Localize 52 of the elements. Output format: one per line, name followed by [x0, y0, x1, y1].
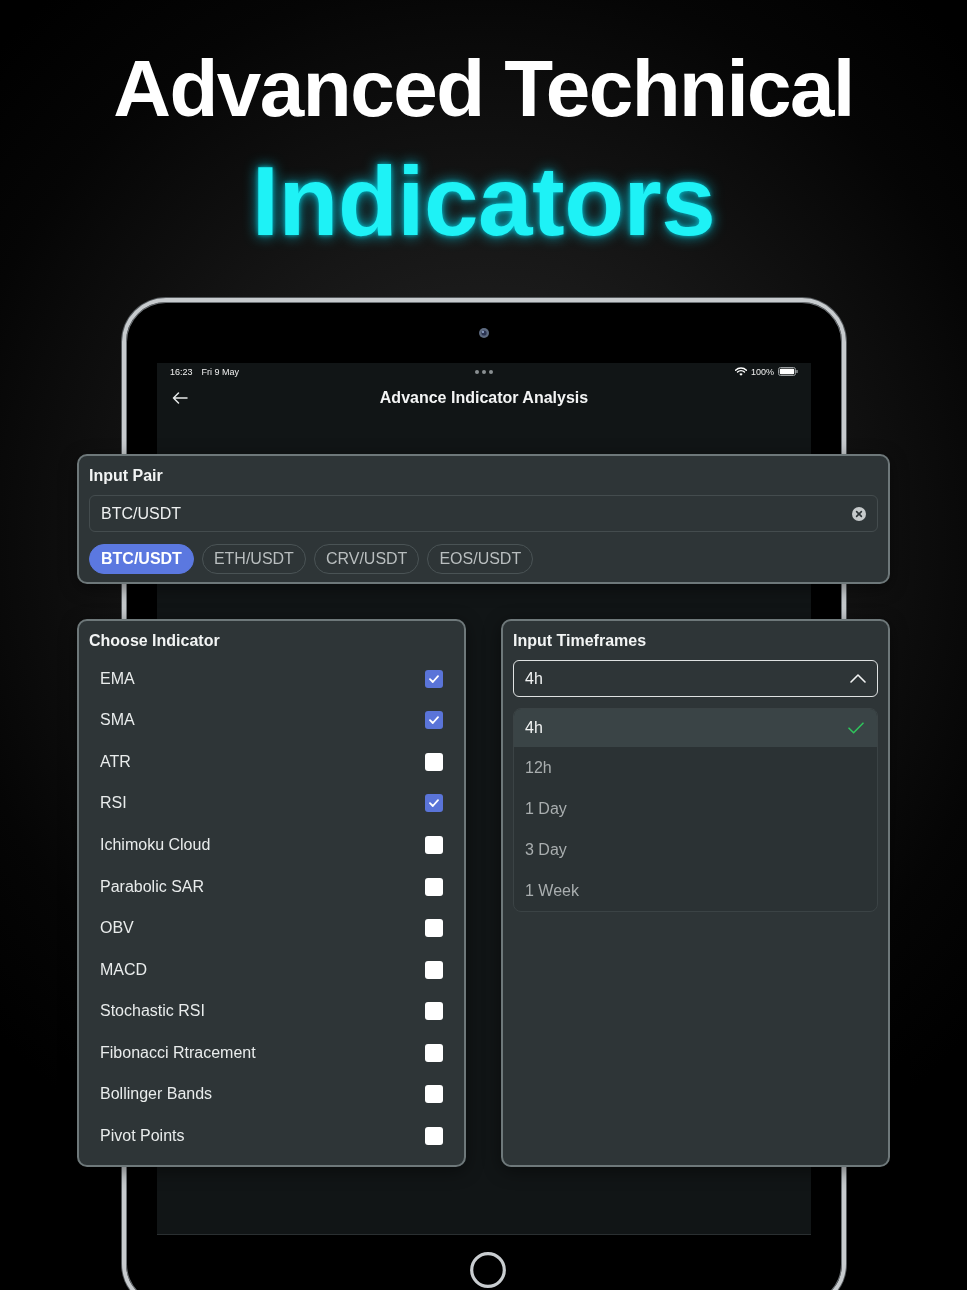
dropdown-option[interactable]: 12h	[514, 747, 877, 788]
checkmark-icon	[429, 674, 439, 683]
headline-subtitle: Indicators	[251, 146, 716, 256]
indicator-label: OBV	[100, 919, 134, 938]
status-time: 16:23	[170, 366, 193, 377]
status-date: Fri 9 May	[201, 366, 240, 377]
back-arrow-icon[interactable]	[172, 392, 188, 404]
indicator-label: MACD	[100, 960, 148, 979]
indicator-label: SMA	[100, 711, 135, 730]
battery-percent: 100%	[750, 366, 774, 377]
camera-lens-icon	[479, 328, 489, 338]
indicator-label: Pivot Points	[100, 1126, 185, 1145]
dropdown-option[interactable]: 4h	[514, 709, 877, 747]
panel-title: Input Timeframes	[513, 631, 648, 651]
indicator-label: ATR	[100, 752, 131, 771]
timeframe-select[interactable]: 4h	[513, 660, 878, 697]
chevron-icon	[850, 674, 866, 683]
checkmark-icon	[429, 799, 439, 808]
clear-icon[interactable]	[852, 506, 866, 521]
indicator-checkbox[interactable]	[425, 669, 443, 688]
indicator-checkbox[interactable]	[425, 877, 443, 896]
indicator-checkbox[interactable]	[425, 1126, 443, 1145]
indicator-checkbox[interactable]	[425, 1085, 443, 1104]
battery-icon	[778, 367, 798, 376]
indicator-label: RSI	[100, 794, 127, 813]
panel-title: Choose Indicator	[89, 631, 221, 651]
indicator-checkbox[interactable]	[425, 1043, 443, 1062]
indicator-label: EMA	[100, 669, 135, 688]
check-icon	[848, 722, 864, 734]
more-dots-icon[interactable]	[475, 369, 493, 374]
pair-input-field[interactable]: BTC/USDT	[89, 495, 878, 532]
indicator-checkbox[interactable]	[425, 835, 443, 854]
indicator-checkbox[interactable]	[425, 919, 443, 938]
indicator-label: Bollinger Bands	[100, 1085, 213, 1104]
indicator-checkbox[interactable]	[425, 711, 443, 730]
indicator-label: Fibonacci Rtracement	[100, 1043, 256, 1062]
indicator-checkbox[interactable]	[425, 752, 443, 771]
indicator-label: Ichimoku Cloud	[100, 835, 211, 854]
pair-chip[interactable]: BTC/USDT	[89, 544, 194, 574]
dropdown-option[interactable]: 1 Day	[514, 788, 877, 829]
wifi-icon	[734, 367, 747, 376]
indicator-label: Parabolic SAR	[100, 877, 205, 896]
panel-title: Input Pair	[89, 466, 164, 486]
headline-title: Advanced Technical	[113, 43, 854, 135]
indicator-checkbox[interactable]	[425, 1002, 443, 1021]
checkmark-icon	[429, 716, 439, 725]
indicator-label: Stochastic RSI	[100, 1002, 205, 1021]
screen-title: Advance Indicator Analysis	[379, 389, 589, 407]
dropdown-option[interactable]: 1 Week	[514, 870, 877, 911]
dropdown-option[interactable]: 3 Day	[514, 829, 877, 870]
indicator-checkbox[interactable]	[425, 960, 443, 979]
indicator-checkbox[interactable]	[425, 794, 443, 813]
